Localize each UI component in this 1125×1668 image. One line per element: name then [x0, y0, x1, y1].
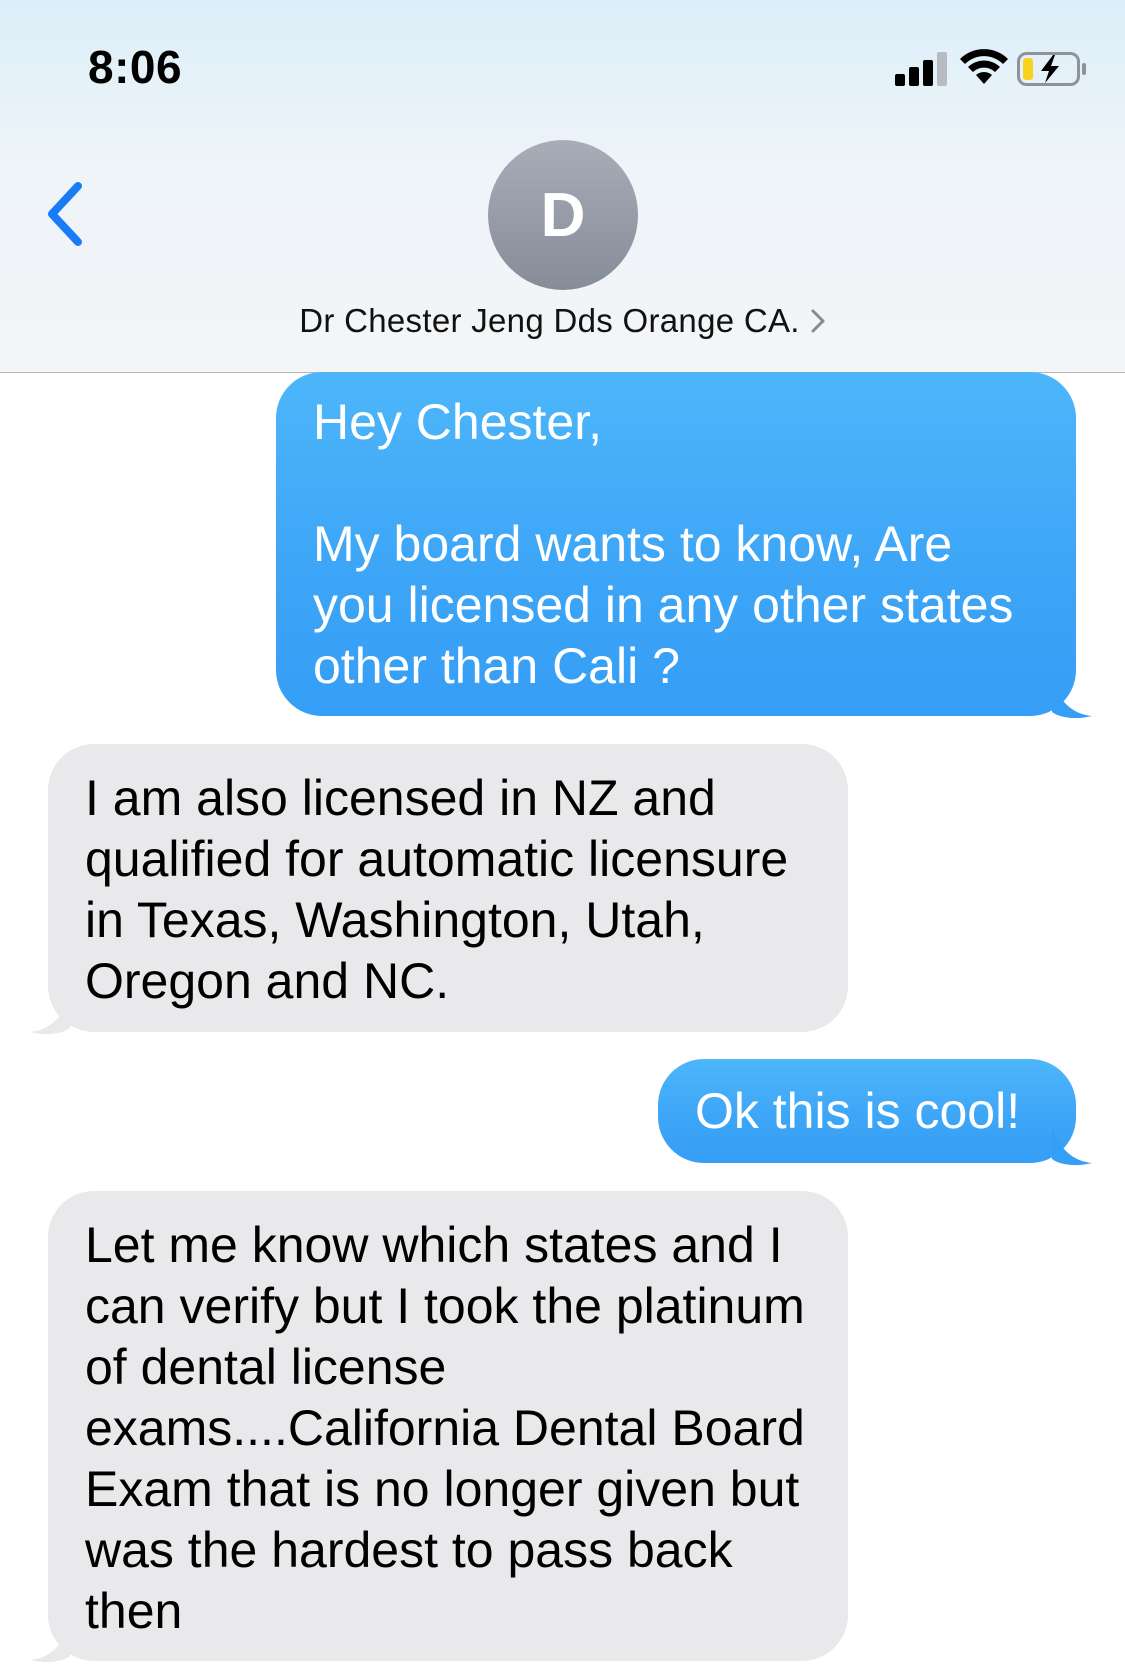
message-bubble-received[interactable]: I am also licensed in NZ and qualified f… — [48, 744, 848, 1032]
contact-name: Dr Chester Jeng Dds Orange CA. — [299, 302, 800, 339]
message-bubble-sent[interactable]: Hey Chester, My board wants to know, Are… — [276, 372, 1076, 716]
cellular-signal-icon — [895, 52, 949, 86]
message-bubble-sent[interactable]: Ok this is cool! — [658, 1059, 1076, 1163]
wifi-icon — [960, 49, 1008, 84]
bubble-tail — [30, 1624, 70, 1663]
conversation-header: 8:06 D Dr Chester Jeng Dds Orange CA. — [0, 0, 1125, 373]
chevron-right-icon — [811, 309, 825, 333]
bubble-tail — [30, 996, 70, 1035]
contact-name-button[interactable]: Dr Chester Jeng Dds Orange CA. — [0, 302, 1125, 340]
battery-charging-icon — [1017, 52, 1086, 86]
contact-avatar[interactable]: D — [488, 140, 638, 290]
status-time: 8:06 — [88, 41, 183, 93]
message-bubble-received[interactable]: Let me know which states and I can verif… — [48, 1191, 848, 1661]
back-chevron-icon[interactable] — [42, 178, 92, 250]
bubble-tail — [1052, 1127, 1092, 1166]
bubble-tail — [1052, 680, 1092, 719]
